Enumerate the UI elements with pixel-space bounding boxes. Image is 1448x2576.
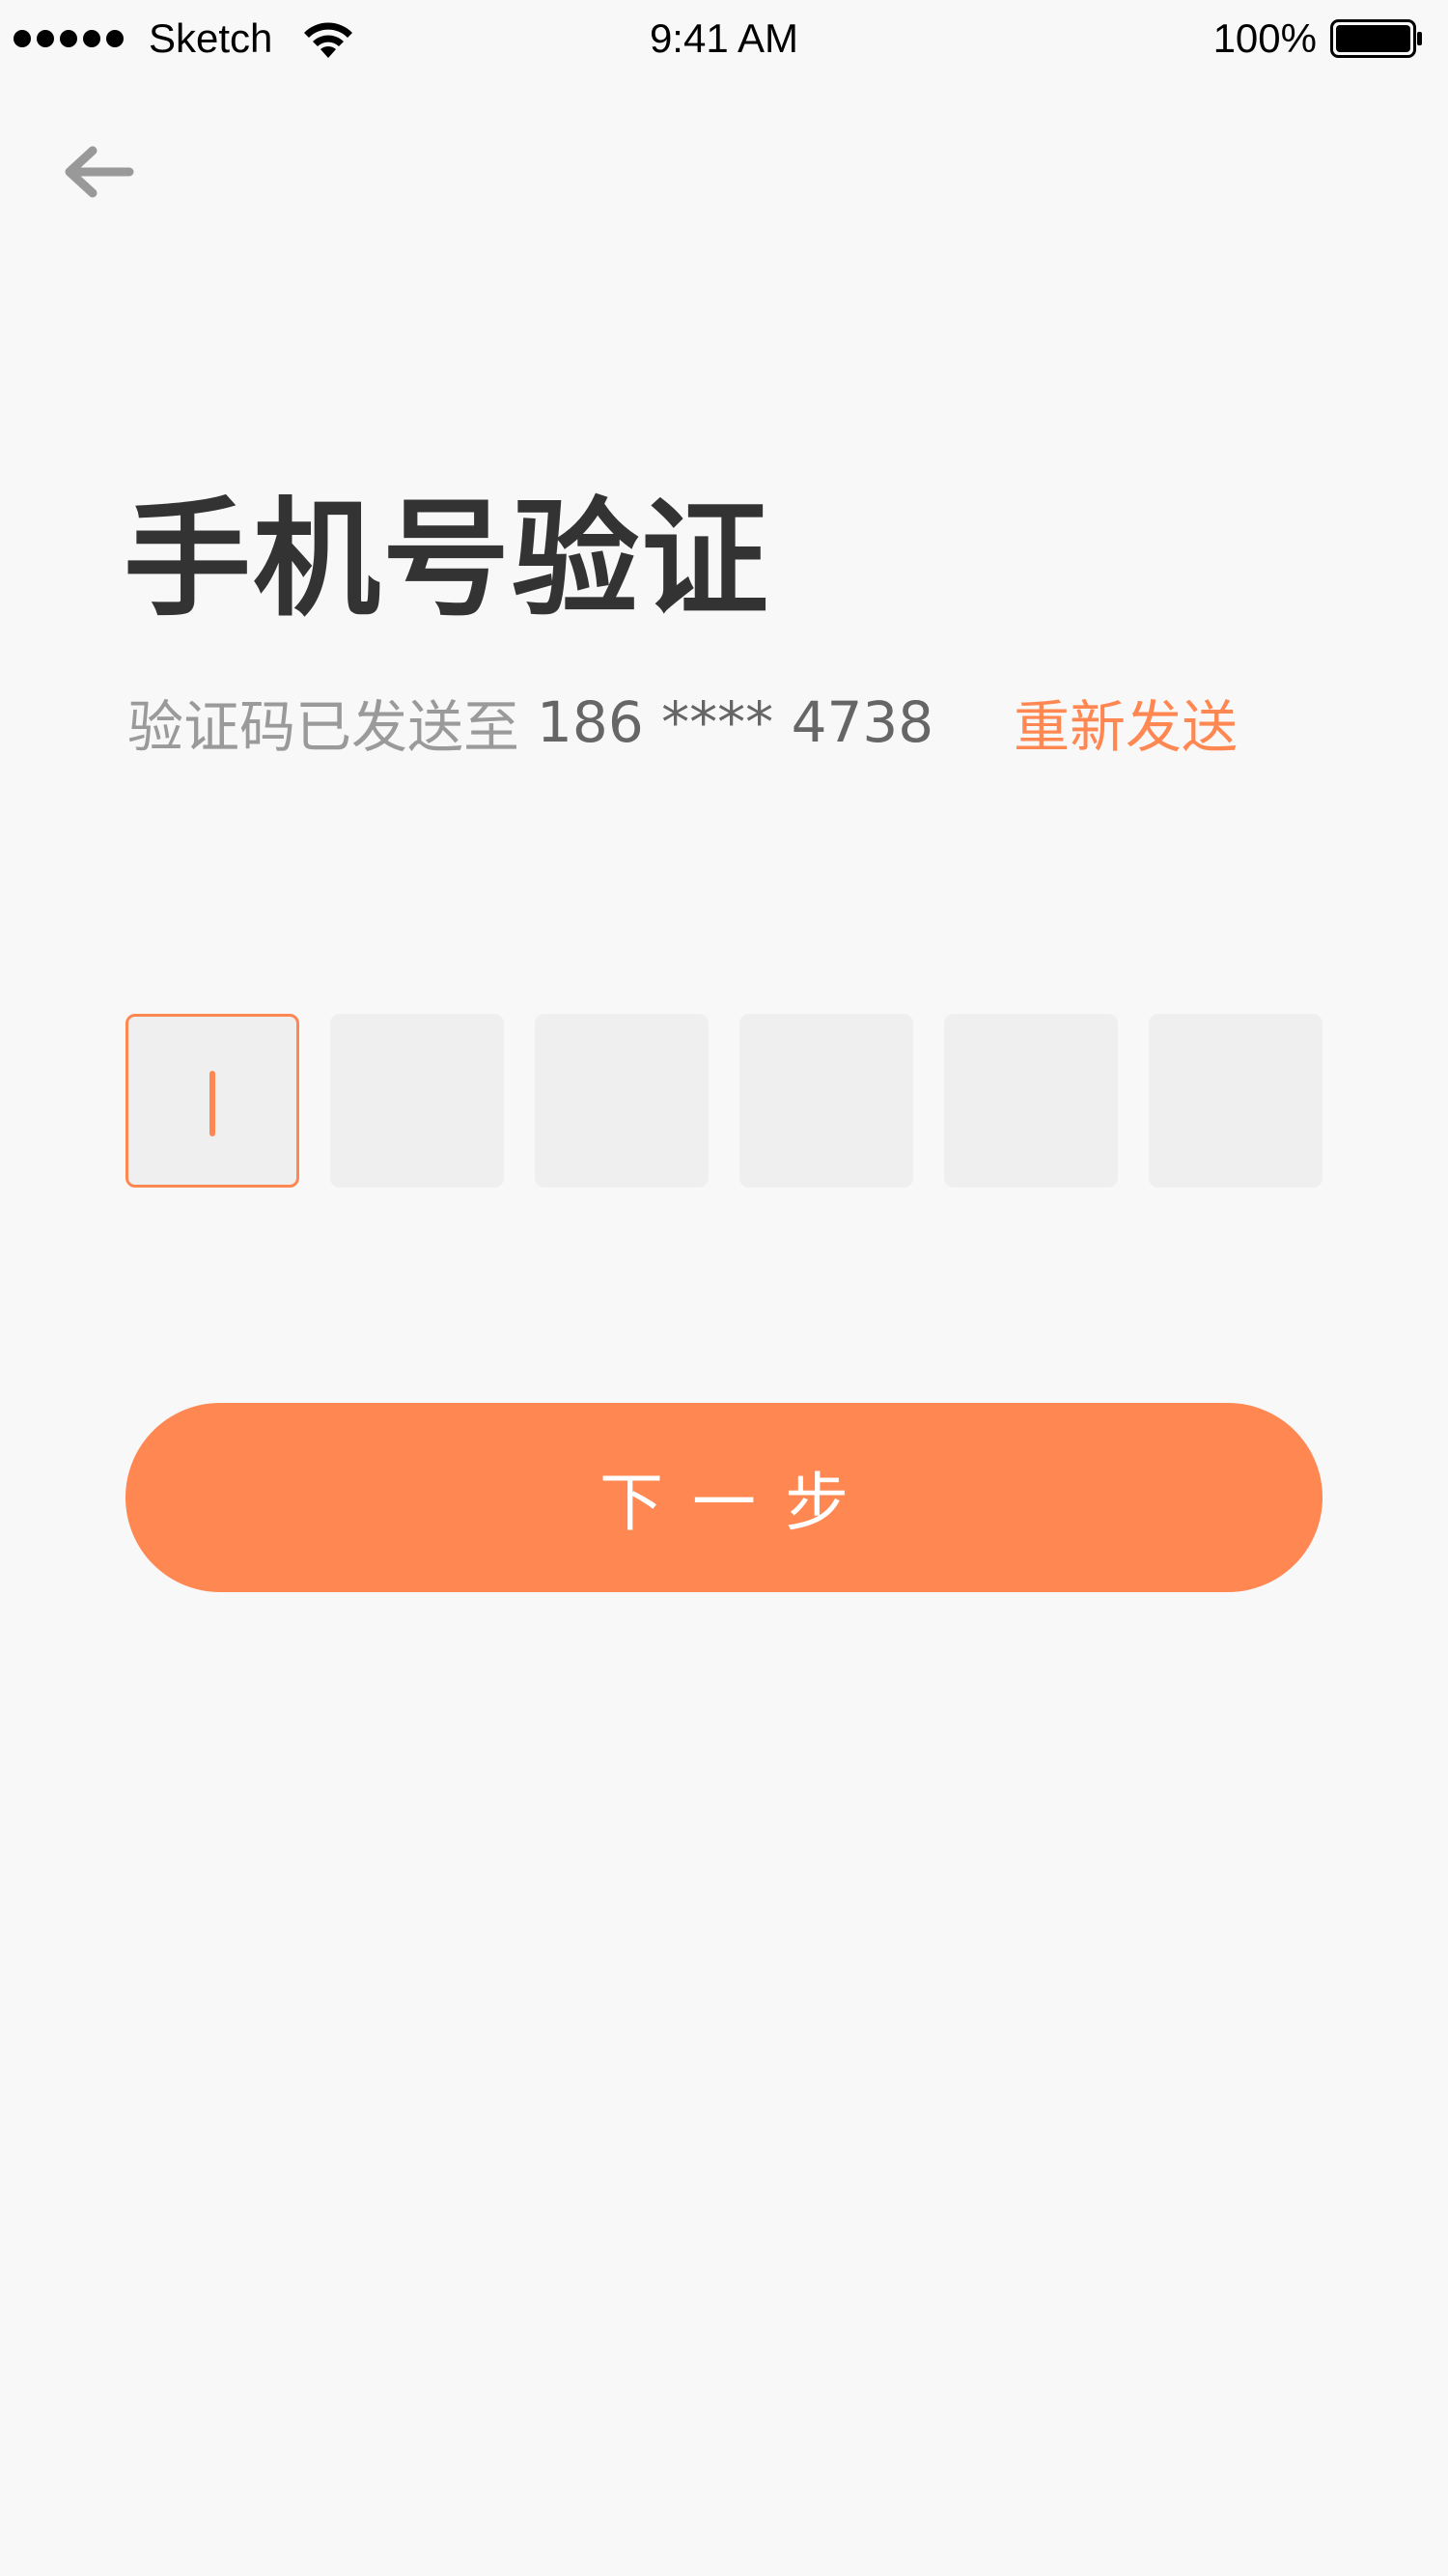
code-digit-box[interactable] xyxy=(944,1014,1118,1188)
battery-icon xyxy=(1330,19,1422,58)
code-digit-box[interactable] xyxy=(125,1014,299,1188)
battery-fill xyxy=(1336,25,1410,52)
code-digit-box[interactable] xyxy=(330,1014,504,1188)
masked-phone-number: 186 **** 4738 xyxy=(537,689,934,755)
status-bar: Sketch 9:41 AM 100% xyxy=(0,0,1448,77)
verification-code-input xyxy=(125,1014,1323,1188)
battery-percent: 100% xyxy=(1212,15,1317,61)
resend-code-link[interactable]: 重新发送 xyxy=(1014,682,1238,763)
code-sent-label: 验证码已发送至 xyxy=(127,694,520,760)
code-digit-box[interactable] xyxy=(739,1014,913,1188)
code-digit-box[interactable] xyxy=(535,1014,709,1188)
next-step-button[interactable]: 下一步 xyxy=(125,1403,1323,1592)
code-digit-box[interactable] xyxy=(1149,1014,1323,1188)
back-button[interactable] xyxy=(58,135,154,209)
page-title: 手机号验证 xyxy=(124,486,770,634)
arrow-left-icon xyxy=(65,146,134,198)
code-sent-info: 验证码已发送至 186 **** 4738 重新发送 xyxy=(127,684,1324,761)
phone-verification-screen: Sketch 9:41 AM 100% 手机号验证 验证码已发送至 186 **… xyxy=(0,0,1448,2576)
text-caret xyxy=(209,1071,215,1136)
status-right: 100% xyxy=(1213,10,1423,68)
